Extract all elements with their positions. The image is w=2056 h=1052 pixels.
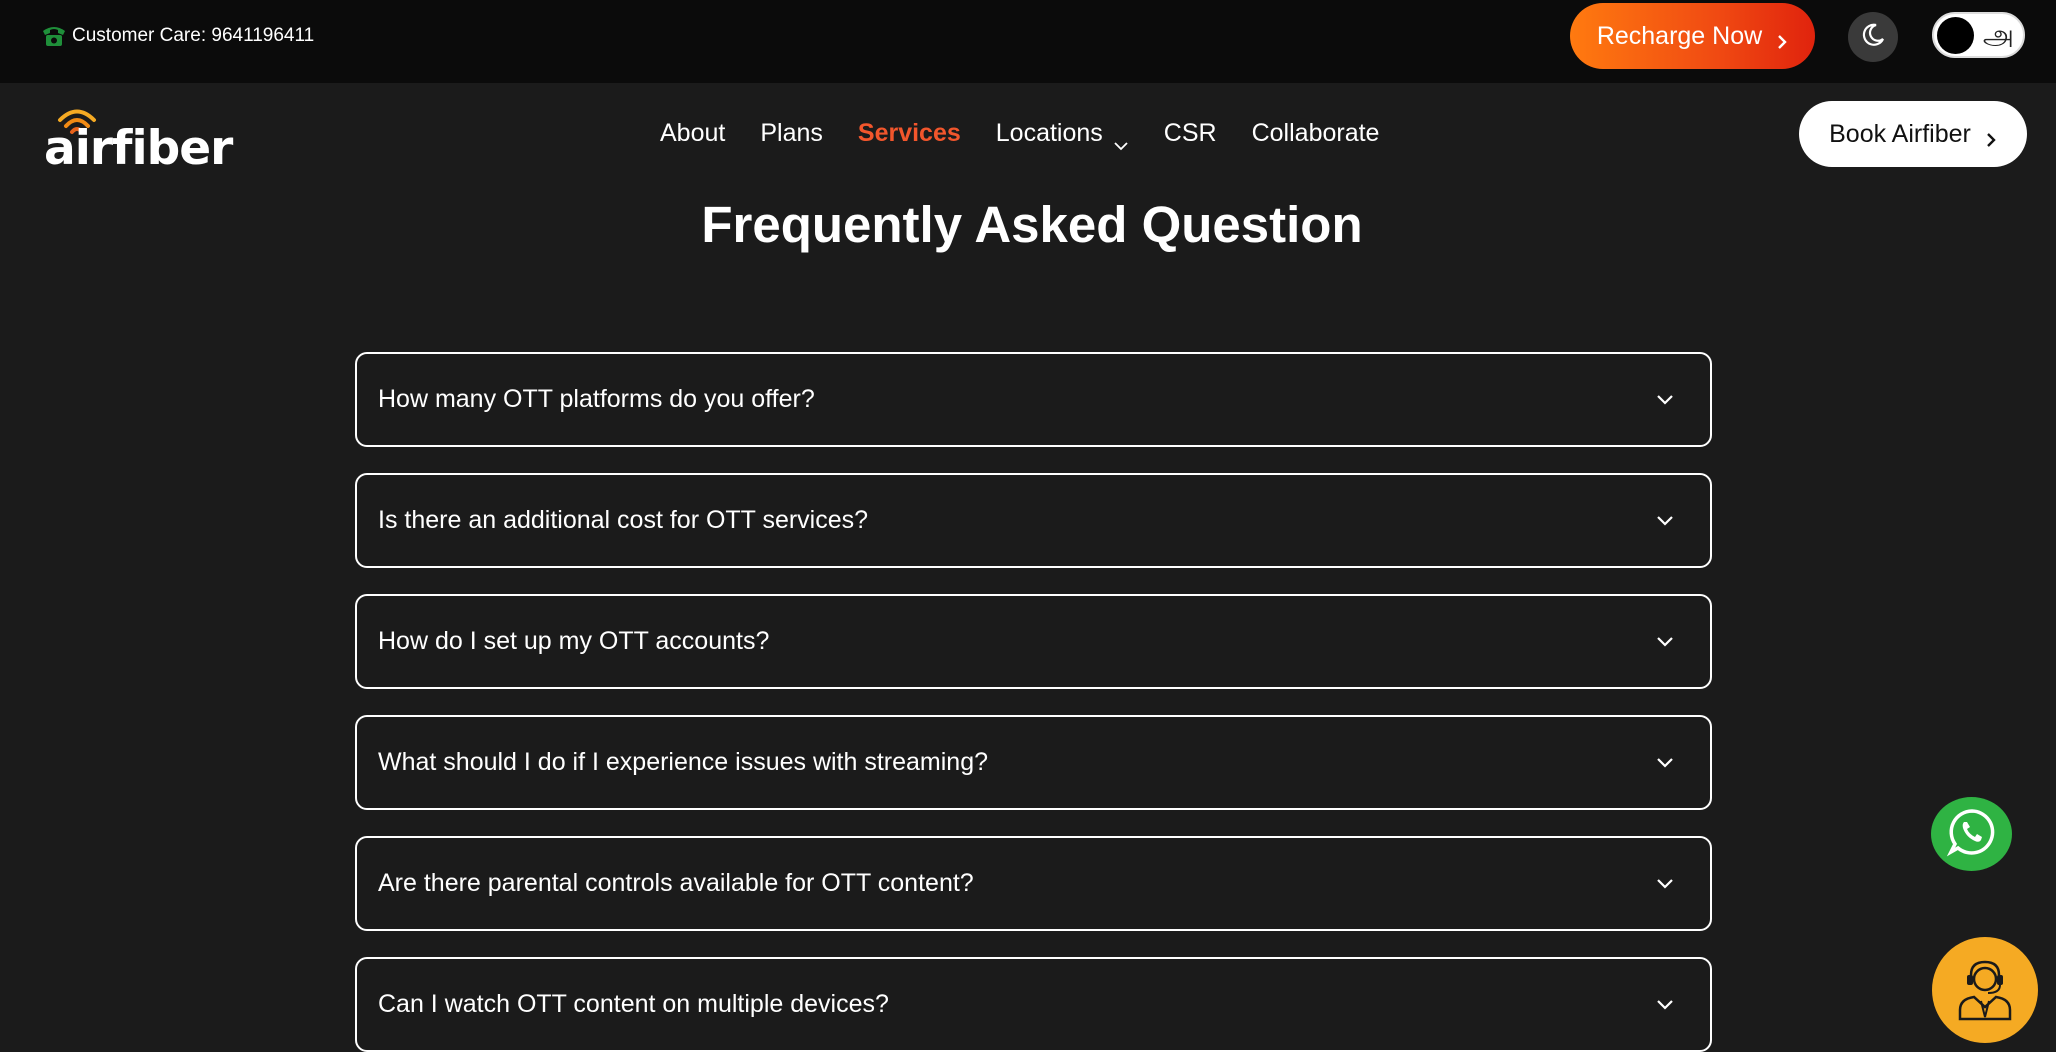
book-airfiber-button[interactable]: Book Airfiber [1799, 101, 2027, 167]
main-navigation: airfiber About Plans Services Locations … [0, 83, 2056, 183]
faq-question: What should I do if I experience issues … [378, 748, 989, 776]
nav-item-label: About [660, 119, 726, 147]
customer-support-icon [1954, 955, 2016, 1026]
toggle-knob [1937, 17, 1974, 54]
faq-item[interactable]: Are there parental controls available fo… [355, 836, 1712, 931]
language-toggle[interactable]: அ [1932, 12, 2025, 58]
faq-question: Can I watch OTT content on multiple devi… [378, 990, 889, 1018]
book-airfiber-label: Book Airfiber [1829, 119, 1971, 148]
nav-item-label: Collaborate [1251, 119, 1380, 147]
nav-item-csr[interactable]: CSR [1164, 119, 1217, 148]
nav-menu: About Plans Services Locations CSR Colla… [660, 119, 1380, 150]
chevron-down-icon [1656, 756, 1674, 768]
nav-item-label: CSR [1163, 119, 1217, 147]
nav-item-collaborate[interactable]: Collaborate [1252, 119, 1380, 148]
moon-icon [1860, 22, 1886, 53]
faq-title: Frequently Asked Question [701, 196, 1363, 253]
recharge-now-label: Recharge Now [1596, 21, 1763, 50]
nav-item-label: Plans [760, 119, 823, 147]
faq-item[interactable]: What should I do if I experience issues … [355, 715, 1712, 810]
tamil-language-label: அ [1982, 18, 2014, 51]
nav-item-about[interactable]: About [660, 119, 725, 148]
dark-mode-toggle[interactable] [1848, 12, 1898, 62]
chevron-down-icon [1656, 635, 1674, 647]
customer-care[interactable]: Customer Care: 9641196411 [40, 22, 314, 50]
chevron-right-icon [1985, 126, 1997, 147]
faq-item[interactable]: How do I set up my OTT accounts? [355, 594, 1712, 689]
faq-question: Are there parental controls available fo… [378, 869, 974, 897]
chevron-down-icon [1656, 393, 1674, 405]
top-bar: Customer Care: 9641196411 Recharge Now அ [0, 0, 2056, 83]
chevron-down-icon [1656, 514, 1674, 526]
nav-item-label: Locations [995, 119, 1103, 147]
nav-item-locations[interactable]: Locations [995, 119, 1129, 150]
chevron-down-icon [1656, 877, 1674, 889]
chevron-down-icon [1656, 998, 1674, 1010]
customer-care-text: Customer Care: 9641196411 [72, 25, 315, 46]
faq-question: How do I set up my OTT accounts? [378, 627, 770, 655]
faq-question: How many OTT platforms do you offer? [378, 385, 815, 413]
customer-support-button[interactable] [1932, 937, 2038, 1043]
nav-item-plans[interactable]: Plans [760, 119, 823, 148]
airfiber-logo[interactable]: airfiber [44, 107, 233, 176]
faq-item[interactable]: Can I watch OTT content on multiple devi… [355, 957, 1712, 1052]
whatsapp-button[interactable] [1931, 797, 2012, 871]
faq-item[interactable]: Is there an additional cost for OTT serv… [355, 473, 1712, 568]
recharge-now-button[interactable]: Recharge Now [1570, 3, 1815, 69]
faq-question: Is there an additional cost for OTT serv… [378, 506, 869, 534]
whatsapp-icon [1946, 806, 1998, 863]
nav-item-services[interactable]: Services [858, 119, 961, 148]
faq-item[interactable]: How many OTT platforms do you offer? [355, 352, 1712, 447]
phone-icon [40, 22, 68, 50]
chevron-down-icon [1113, 129, 1129, 150]
chevron-right-icon [1776, 28, 1788, 49]
logo-wordmark: airfiber [44, 121, 233, 176]
nav-item-label: Services [857, 119, 961, 147]
